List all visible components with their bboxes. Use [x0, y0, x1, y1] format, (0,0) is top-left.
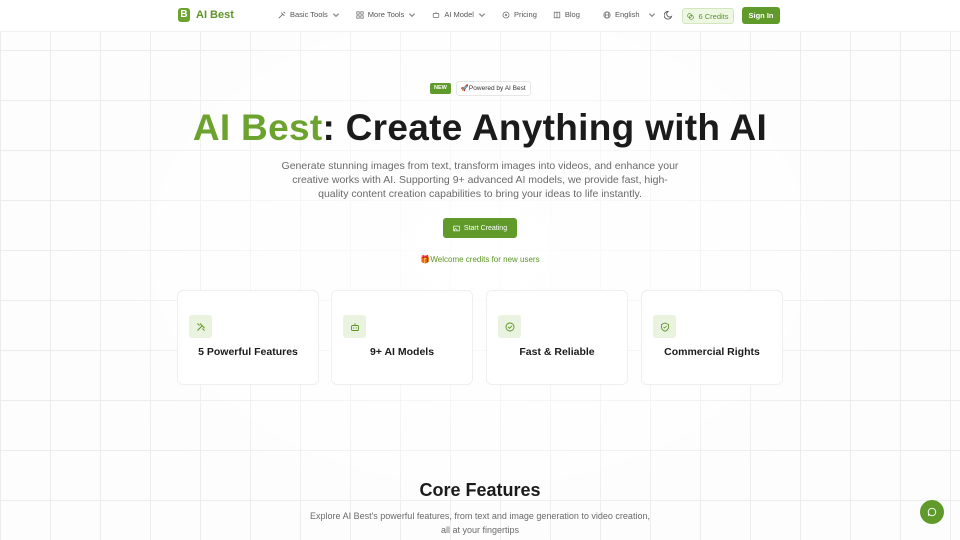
- nav-item-basic-tools[interactable]: Basic Tools: [278, 10, 340, 19]
- feature-card-reliable: Fast & Reliable: [486, 290, 628, 385]
- chevron-down-icon: [648, 12, 655, 17]
- nav-item-pricing[interactable]: Pricing: [502, 10, 537, 19]
- card-icon-wrap: [653, 315, 676, 338]
- tools-icon: [278, 11, 286, 18]
- nav-item-label: More Tools: [367, 10, 405, 19]
- card-icon-wrap: [498, 315, 521, 338]
- chevron-down-icon: [332, 12, 339, 17]
- robot-icon: [433, 11, 440, 18]
- powered-badge: NEW 🚀Powered by AI Best: [430, 81, 531, 96]
- logo-text: AI Best: [196, 9, 234, 21]
- robot-icon: [350, 322, 359, 331]
- start-creating-label: Start Creating: [463, 224, 508, 232]
- nav-item-ai-model[interactable]: AI Model: [432, 10, 486, 19]
- top-navbar: B AI Best Basic Tools More Tools AI Mode…: [0, 0, 960, 32]
- feature-card-features: 5 Powerful Features: [177, 290, 319, 385]
- globe-icon: [603, 10, 611, 19]
- nav-item-label: AI Model: [444, 10, 474, 19]
- nav-item-label: Basic Tools: [290, 10, 328, 19]
- chevron-down-icon: [478, 12, 486, 17]
- feature-card-label: Fast & Reliable: [519, 346, 595, 358]
- card-icon-wrap: [189, 315, 212, 338]
- nav-item-label: Blog: [564, 10, 580, 19]
- nav-item-more-tools[interactable]: More Tools: [356, 10, 417, 19]
- nav-item-blog[interactable]: Blog: [553, 10, 580, 19]
- logo[interactable]: B AI Best: [178, 8, 234, 22]
- powered-by-label: 🚀Powered by AI Best: [455, 81, 531, 96]
- theme-toggle-moon-icon[interactable]: [664, 10, 674, 20]
- welcome-credits-text: 🎁Welcome credits for new users: [420, 255, 540, 264]
- tag-icon: [502, 11, 510, 18]
- sign-in-button[interactable]: Sign In: [742, 7, 780, 24]
- check-circle-icon: [505, 322, 514, 331]
- grid-icon: [356, 10, 364, 19]
- hero-title-brand: AI Best: [192, 107, 323, 148]
- shield-icon: [660, 322, 669, 332]
- feature-card-label: 9+ AI Models: [369, 346, 435, 358]
- feature-card-label: Commercial Rights: [664, 346, 760, 358]
- hero-title: AI Best: Create Anything with AI: [0, 106, 960, 150]
- nav-item-label: Pricing: [513, 10, 537, 19]
- new-badge: NEW: [430, 83, 451, 94]
- language-select[interactable]: English: [603, 10, 656, 19]
- nav-links: Basic Tools More Tools AI Model Pricing …: [278, 10, 596, 19]
- feature-card-rights: Commercial Rights: [641, 290, 783, 385]
- hero-title-rest: : Create Anything with AI: [322, 107, 768, 148]
- tools-icon: [196, 322, 205, 331]
- logo-mark-icon: B: [178, 8, 190, 22]
- core-features-title: Core Features: [419, 480, 541, 500]
- hero-description: Generate stunning images from text, tran…: [281, 160, 679, 200]
- feature-card-label: 5 Powerful Features: [198, 346, 298, 358]
- book-icon: [553, 11, 561, 18]
- coins-icon: [687, 12, 695, 20]
- language-label: English: [615, 10, 640, 19]
- chat-support-button[interactable]: [920, 500, 944, 524]
- credits-label: 6 Credits: [698, 11, 729, 21]
- chat-bubble-icon: [927, 507, 937, 517]
- start-creating-button[interactable]: Start Creating: [443, 218, 517, 238]
- feature-card-models: 9+ AI Models: [331, 290, 473, 385]
- chevron-down-icon: [409, 12, 416, 17]
- credits-button[interactable]: 6 Credits: [682, 8, 734, 24]
- card-icon-wrap: [343, 315, 366, 338]
- core-features-description: Explore AI Best's powerful features, fro…: [310, 511, 650, 535]
- image-icon: [453, 225, 460, 231]
